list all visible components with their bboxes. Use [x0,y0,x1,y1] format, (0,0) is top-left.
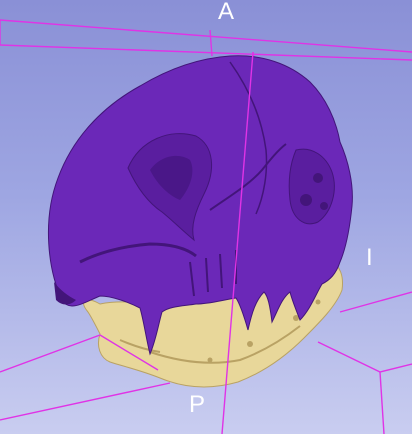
orientation-label-right: I [366,244,373,271]
orientation-label-top: A [218,0,235,25]
orientation-label-bottom: P [189,391,206,418]
3d-view[interactable]: A I P [0,0,412,434]
3d-scene[interactable] [0,0,412,434]
